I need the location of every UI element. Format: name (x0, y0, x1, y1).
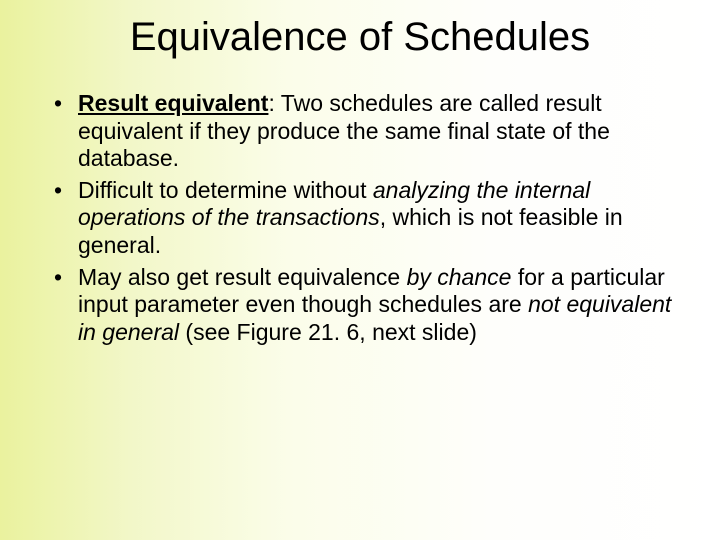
text-run: Result equivalent (78, 90, 268, 116)
slide: Equivalence of Schedules Result equivale… (0, 0, 720, 540)
bullet-item: May also get result equivalence by chanc… (68, 264, 680, 347)
slide-title: Equivalence of Schedules (40, 14, 680, 60)
bullet-item: Result equivalent: Two schedules are cal… (68, 90, 680, 173)
bullet-item: Difficult to determine without analyzing… (68, 177, 680, 260)
bullet-list: Result equivalent: Two schedules are cal… (40, 90, 680, 346)
text-run: by chance (407, 264, 512, 290)
text-run: Difficult to determine without (78, 177, 373, 203)
text-run: May also get result equivalence (78, 264, 407, 290)
text-run: (see Figure 21. 6, next slide) (179, 319, 477, 345)
